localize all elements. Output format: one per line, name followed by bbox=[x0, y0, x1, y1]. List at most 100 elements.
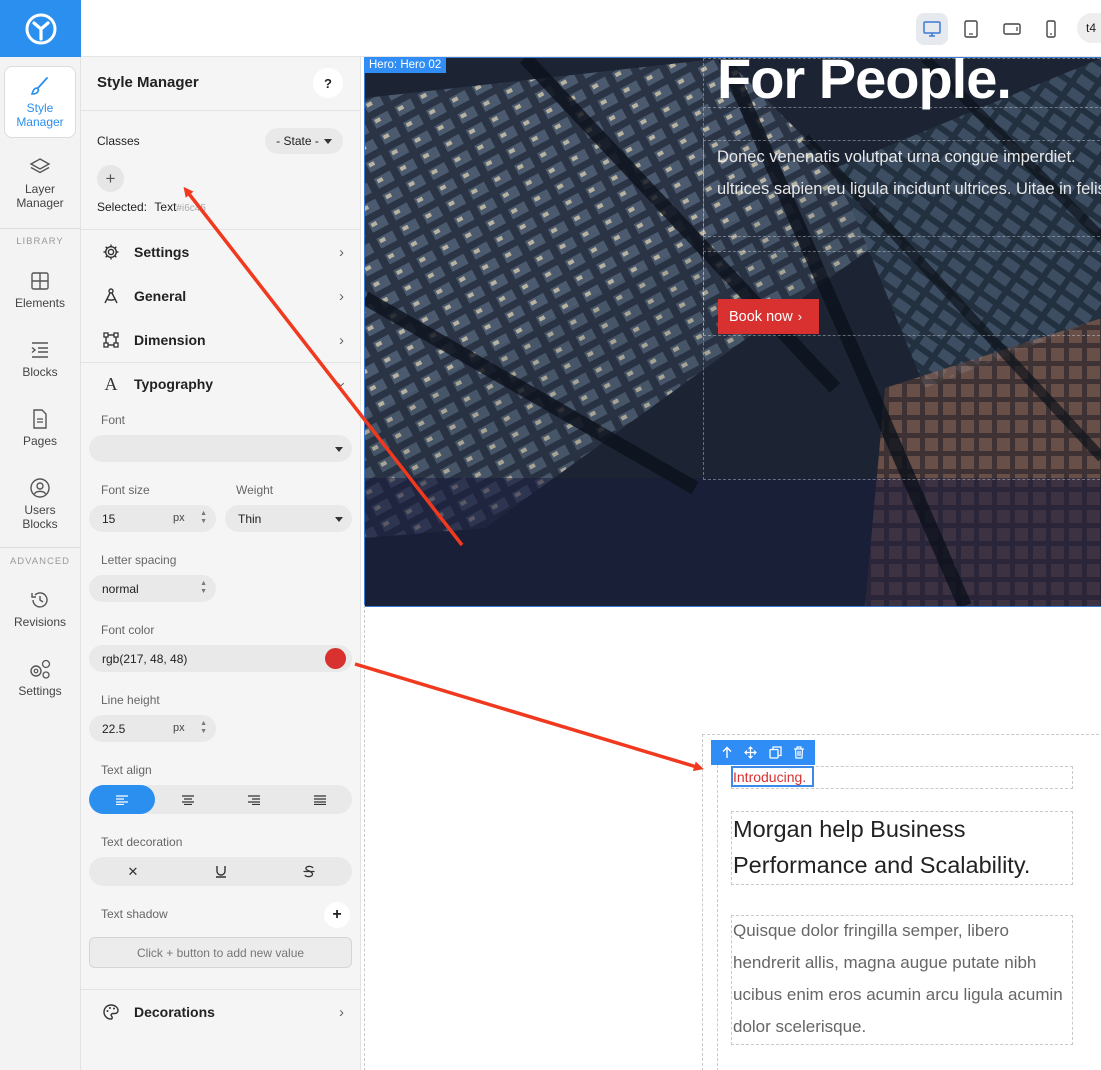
rail-divider bbox=[0, 547, 80, 548]
section-paragraph[interactable]: Quisque dolor fringilla semper, libero h… bbox=[733, 915, 1073, 1043]
user-avatar[interactable]: t4 bbox=[1077, 13, 1101, 43]
logo-icon bbox=[25, 13, 56, 44]
plus-icon: + bbox=[105, 168, 116, 188]
rail-revisions[interactable]: Revisions bbox=[4, 589, 76, 629]
close-icon: ✕ bbox=[127, 863, 139, 879]
align-justify-button[interactable] bbox=[287, 785, 352, 814]
letter-spacing-input[interactable]: normal ▲ ▼ bbox=[89, 575, 216, 602]
font-color-label: Font color bbox=[101, 623, 155, 637]
rail-users-blocks-label: Users Blocks bbox=[22, 503, 58, 531]
rail-divider bbox=[0, 228, 80, 229]
page-icon bbox=[33, 409, 47, 429]
device-desktop-button[interactable] bbox=[916, 13, 948, 45]
help-button[interactable]: ? bbox=[313, 68, 343, 98]
add-text-shadow-button[interactable]: + bbox=[324, 902, 350, 928]
section-dimension[interactable]: Dimension › bbox=[81, 318, 360, 362]
book-now-label: Book now bbox=[729, 308, 793, 325]
text-decoration-label: Text decoration bbox=[101, 835, 183, 849]
stepper-icon[interactable]: ▲ ▼ bbox=[200, 580, 207, 596]
rail-revisions-label: Revisions bbox=[13, 615, 67, 629]
caret-down-icon bbox=[335, 517, 343, 522]
chevron-right-icon: › bbox=[797, 309, 803, 324]
stepper-icon[interactable]: ▲ ▼ bbox=[200, 510, 207, 526]
device-tablet-button[interactable] bbox=[955, 13, 987, 45]
arrow-up-icon[interactable] bbox=[721, 746, 733, 759]
rail-style-manager[interactable]: Style Manager bbox=[4, 66, 76, 138]
align-right-icon bbox=[248, 794, 260, 805]
letter-spacing-label: Letter spacing bbox=[101, 553, 177, 567]
trash-icon[interactable] bbox=[793, 746, 805, 759]
text-decoration-group: ✕ bbox=[89, 857, 352, 886]
rail-settings-label: Settings bbox=[18, 684, 62, 698]
editor-canvas[interactable]: For People. Donec venenatis volutpat urn… bbox=[361, 57, 1101, 1070]
rail-blocks-label: Blocks bbox=[22, 365, 58, 379]
chevron-right-icon: › bbox=[339, 1004, 344, 1021]
hero-section[interactable]: For People. Donec venenatis volutpat urn… bbox=[364, 57, 1101, 607]
weight-label: Weight bbox=[236, 483, 274, 497]
color-swatch[interactable] bbox=[325, 648, 346, 669]
compass-icon bbox=[101, 287, 121, 305]
align-justify-icon bbox=[313, 794, 326, 805]
font-size-label: Font size bbox=[101, 483, 150, 497]
selected-label: Selected: bbox=[97, 200, 148, 214]
rail-style-manager-label: Style Manager bbox=[16, 101, 64, 129]
line-height-input[interactable]: 22.5 px ▲ ▼ bbox=[89, 715, 216, 742]
decoration-none-button[interactable]: ✕ bbox=[89, 857, 177, 886]
selected-id: #i6c45 bbox=[176, 203, 206, 214]
palette-icon bbox=[101, 1003, 121, 1021]
section-general[interactable]: General › bbox=[81, 274, 360, 318]
font-size-unit: px bbox=[173, 512, 185, 524]
gears-icon bbox=[30, 659, 51, 679]
section-settings[interactable]: Settings › bbox=[81, 230, 360, 274]
align-center-icon bbox=[182, 794, 194, 805]
letter-spacing-value: normal bbox=[102, 581, 139, 596]
add-value-hint: Click + button to add new value bbox=[89, 937, 352, 968]
align-left-button[interactable] bbox=[89, 785, 155, 814]
state-select-value: - State - bbox=[276, 134, 319, 148]
weight-select[interactable]: Thin bbox=[225, 505, 352, 532]
rail-blocks[interactable]: Blocks bbox=[4, 339, 76, 379]
rail-users-blocks[interactable]: Users Blocks bbox=[4, 477, 76, 531]
gear-icon bbox=[101, 243, 121, 261]
align-right-button[interactable] bbox=[221, 785, 287, 814]
line-height-value: 22.5 bbox=[102, 721, 126, 736]
brush-icon bbox=[30, 77, 48, 95]
font-size-value: 15 bbox=[102, 511, 116, 526]
intro-text[interactable]: Introducing. bbox=[733, 769, 806, 785]
book-now-button[interactable]: Book now › bbox=[718, 299, 819, 334]
font-color-input[interactable]: rgb(217, 48, 48) bbox=[89, 645, 352, 672]
section-typography[interactable]: A Typography › bbox=[81, 362, 360, 406]
add-class-button[interactable]: + bbox=[97, 165, 124, 192]
copy-icon[interactable] bbox=[769, 746, 782, 759]
section-decorations[interactable]: Decorations › bbox=[81, 990, 360, 1034]
classes-label: Classes bbox=[97, 134, 140, 148]
style-manager-panel: Style Manager ? Classes - State - + Sele… bbox=[81, 57, 361, 1070]
section-dimension-label: Dimension bbox=[134, 332, 206, 348]
stepper-icon[interactable]: ▲ ▼ bbox=[200, 720, 207, 736]
hero-title[interactable]: For People. bbox=[717, 58, 1012, 111]
rail-pages[interactable]: Pages bbox=[4, 408, 76, 448]
font-size-input[interactable]: 15 px ▲ ▼ bbox=[89, 505, 216, 532]
typography-icon: A bbox=[104, 373, 118, 394]
align-center-button[interactable] bbox=[155, 785, 221, 814]
mobile-icon bbox=[1046, 20, 1056, 38]
section-heading[interactable]: Morgan help Business Performance and Sca… bbox=[733, 811, 1073, 883]
hero-badge: Hero: Hero 02 bbox=[364, 57, 447, 73]
rail-settings[interactable]: Settings bbox=[4, 658, 76, 698]
selected-info: Selected: Text#i6c45 bbox=[97, 200, 206, 214]
font-select[interactable] bbox=[89, 435, 352, 462]
panel-divider bbox=[81, 110, 360, 111]
section-general-label: General bbox=[134, 288, 187, 304]
caret-down-icon bbox=[323, 138, 332, 144]
device-mobile-button[interactable] bbox=[1035, 13, 1067, 45]
app-logo[interactable] bbox=[0, 0, 81, 57]
rail-elements[interactable]: Elements bbox=[4, 270, 76, 310]
hero-body[interactable]: Donec venenatis volutpat urna congue imp… bbox=[717, 142, 1101, 205]
font-color-value: rgb(217, 48, 48) bbox=[102, 651, 188, 666]
device-tablet-landscape-button[interactable] bbox=[996, 13, 1028, 45]
state-select[interactable]: - State - bbox=[265, 128, 343, 154]
rail-layer-manager[interactable]: Layer Manager bbox=[4, 156, 76, 210]
move-icon[interactable] bbox=[744, 746, 758, 759]
decoration-underline-button[interactable] bbox=[177, 857, 265, 886]
decoration-strikethrough-button[interactable] bbox=[265, 857, 352, 886]
